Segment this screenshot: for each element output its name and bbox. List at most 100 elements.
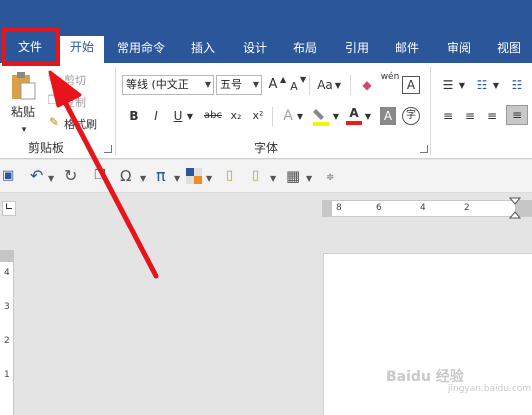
cut-icon[interactable]: ✂ — [46, 69, 60, 87]
ruler-label: 3 — [4, 302, 10, 312]
ruler-label: 2 — [4, 336, 10, 346]
tab-design[interactable]: 设计 — [238, 40, 272, 63]
table-dropdown-icon[interactable]: ▼ — [306, 170, 312, 188]
file-tab-highlight — [2, 28, 60, 66]
ruler-label: 2 — [464, 203, 470, 213]
align-left-icon[interactable]: ≡ — [440, 107, 456, 125]
clipboard-launcher-icon[interactable] — [104, 145, 112, 153]
clipboard-group-label: 剪贴板 — [28, 141, 65, 155]
text-effects-button[interactable]: A — [280, 107, 296, 125]
copy-icon[interactable]: ❐ — [46, 91, 60, 109]
ruler-margin-top — [0, 250, 14, 262]
horizontal-ruler[interactable] — [322, 200, 532, 217]
tab-view[interactable]: 视图 — [492, 40, 526, 63]
tab-selector-icon[interactable]: ∟ — [2, 201, 16, 216]
insert-file-icon[interactable]: ▯ — [252, 167, 259, 185]
cut-label[interactable]: 剪切 — [64, 72, 86, 88]
ruler-label: 8 — [336, 203, 342, 213]
omega-icon[interactable]: Ω — [120, 167, 131, 185]
undo-icon[interactable]: ↶ — [30, 167, 43, 185]
pi-icon[interactable]: π — [156, 167, 166, 185]
insert-file-dropdown-icon[interactable]: ▼ — [270, 170, 276, 188]
font-name-dropdown-icon[interactable]: ▼ — [205, 76, 211, 94]
tab-insert[interactable]: 插入 — [186, 40, 220, 63]
tab-review[interactable]: 审阅 — [442, 40, 476, 63]
font-separator — [272, 107, 273, 127]
ruler-label: 1 — [4, 370, 10, 380]
justify-icon[interactable]: ≡ — [506, 105, 528, 125]
char-border-button[interactable]: A — [402, 76, 420, 94]
grow-font-arrow-icon: ▲ — [280, 75, 287, 84]
tab-home[interactable]: 开始 — [60, 36, 104, 63]
ribbon-tab-bar: 文件 开始 常用命令 插入 设计 布局 引用 邮件 审阅 视图 — [0, 0, 532, 63]
tab-references[interactable]: 引用 — [340, 40, 374, 63]
font-group-label: 字体 — [254, 141, 279, 155]
omega-dropdown-icon[interactable]: ▼ — [140, 170, 146, 188]
paste-button[interactable]: 粘贴 — [8, 103, 38, 121]
customize-qat-icon[interactable]: ≑ — [326, 169, 334, 187]
watermark: Baidu 经验 — [386, 369, 464, 385]
tab-layout[interactable]: 布局 — [288, 40, 322, 63]
font-color-button[interactable]: A — [346, 105, 362, 125]
ruler-margin-left — [322, 201, 332, 216]
quick-access-toolbar: ▣ ↶ ▼ ↻ ❐ Ω ▼ π ▼ ▼ ▯ ▯ ▼ ▦ ▼ ≑ — [0, 160, 532, 193]
paste-icon[interactable] — [10, 71, 36, 101]
tab-common-commands[interactable]: 常用命令 — [112, 40, 170, 63]
multilevel-list-icon[interactable]: ☷ — [508, 76, 526, 94]
enclose-chars-button[interactable]: 字 — [402, 107, 420, 125]
phonetic-guide-button[interactable]: wén — [380, 72, 400, 82]
font-name-combo[interactable]: 等线 (中文正 ▼ — [122, 75, 214, 95]
change-case-dropdown-icon[interactable]: ▼ — [334, 77, 342, 95]
font-size-value: 五号 — [220, 78, 242, 91]
indent-marker-icon[interactable] — [508, 197, 522, 221]
group-separator — [430, 67, 431, 155]
bullets-dropdown-icon[interactable]: ▼ — [458, 77, 466, 95]
color-icon[interactable] — [186, 168, 202, 184]
ruler-label: 4 — [420, 203, 426, 213]
undo-dropdown-icon[interactable]: ▼ — [48, 170, 54, 188]
watermark-url: jingyan.baidu.com — [448, 384, 532, 394]
bold-button[interactable]: B — [128, 107, 140, 125]
font-color-dropdown-icon[interactable]: ▼ — [364, 108, 372, 126]
char-shading-button[interactable]: A — [380, 107, 396, 125]
document-icon[interactable]: ▯ — [226, 167, 233, 185]
pi-dropdown-icon[interactable]: ▼ — [174, 170, 180, 188]
copy-label[interactable]: 复制 — [64, 94, 86, 110]
font-launcher-icon[interactable] — [420, 145, 428, 153]
tab-mailings[interactable]: 邮件 — [390, 40, 424, 63]
text-effects-dropdown-icon[interactable]: ▼ — [296, 108, 304, 126]
ribbon-home: 粘贴 ▾ ✂ 剪切 ❐ 复制 ✎ 格式刷 剪贴板 等线 (中文正 ▼ 五号 ▼ … — [0, 63, 532, 159]
align-center-icon[interactable]: ≡ — [462, 107, 478, 125]
underline-button[interactable]: U — [172, 107, 184, 125]
paste-dropdown-icon[interactable]: ▾ — [18, 121, 30, 139]
highlight-icon[interactable] — [312, 107, 330, 127]
save-icon[interactable]: ▣ — [2, 167, 14, 185]
format-painter-label[interactable]: 格式刷 — [64, 116, 97, 132]
shrink-font-button[interactable]: A — [288, 78, 300, 96]
font-separator — [350, 75, 351, 95]
clear-formatting-icon[interactable]: ◆ — [358, 76, 376, 94]
numbering-icon[interactable]: ☷ — [474, 76, 490, 94]
font-name-value: 等线 (中文正 — [126, 78, 189, 91]
subscript-button[interactable]: x₂ — [228, 107, 244, 125]
bullets-icon[interactable]: ☰ — [440, 76, 456, 94]
italic-button[interactable]: I — [150, 107, 162, 125]
ruler-label: 6 — [376, 203, 382, 213]
superscript-button[interactable]: x² — [250, 107, 266, 125]
change-case-button[interactable]: Aa — [316, 76, 334, 94]
page-icon[interactable]: ❐ — [94, 167, 106, 185]
color-dropdown-icon[interactable]: ▼ — [206, 170, 212, 188]
underline-dropdown-icon[interactable]: ▼ — [186, 108, 194, 126]
grow-font-button[interactable]: A — [266, 76, 280, 94]
highlight-dropdown-icon[interactable]: ▼ — [332, 108, 340, 126]
table-icon[interactable]: ▦ — [286, 167, 300, 185]
shrink-font-arrow-icon: ▼ — [300, 75, 307, 84]
strikethrough-button[interactable]: abc — [202, 107, 224, 125]
align-right-icon[interactable]: ≡ — [484, 107, 500, 125]
numbering-dropdown-icon[interactable]: ▼ — [492, 77, 500, 95]
ruler-label: 4 — [4, 268, 10, 278]
redo-icon[interactable]: ↻ — [64, 167, 77, 185]
format-painter-icon[interactable]: ✎ — [46, 113, 62, 131]
font-size-dropdown-icon[interactable]: ▼ — [253, 76, 259, 94]
font-size-combo[interactable]: 五号 ▼ — [216, 75, 262, 95]
